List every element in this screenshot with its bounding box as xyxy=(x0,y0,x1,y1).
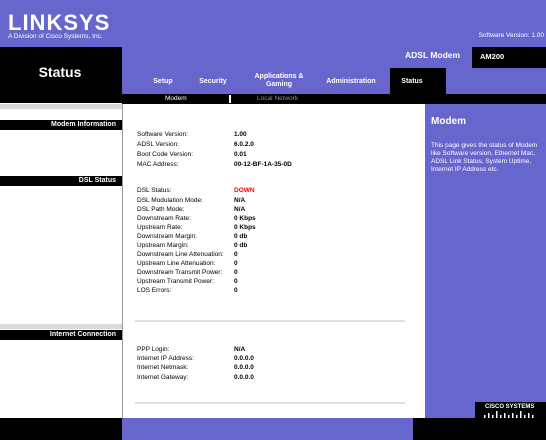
help-text: This page gives the status of Modem like… xyxy=(431,142,538,173)
value-internet-ip-address: 0.0.0.0 xyxy=(234,355,254,362)
value-upstream-transmit-power: 0 xyxy=(234,278,238,285)
value-internet-gateway: 0.0.0.0 xyxy=(234,374,254,381)
subtab-separator xyxy=(229,95,231,103)
value-upstream-line-attenuation: 0 xyxy=(234,260,238,267)
page-title: Status xyxy=(38,64,82,80)
label-internet-netmask: Internet Netmask: xyxy=(137,364,189,371)
section-rule xyxy=(0,324,122,329)
label-dsl-modulation-mode: DSL Modulation Mode: xyxy=(137,197,203,204)
label-adsl-version: ADSL Version: xyxy=(137,141,180,148)
tab-status[interactable]: Status xyxy=(392,78,432,85)
label-boot-code-version: Boot Code Version: xyxy=(137,151,194,158)
footer-right xyxy=(413,418,546,440)
content-divider xyxy=(135,402,405,404)
product-name: ADSL Modem xyxy=(405,50,461,60)
label-internet-ip-address: Internet IP Address: xyxy=(137,355,194,362)
value-dsl-status: DOWN xyxy=(234,187,255,194)
section-label: Internet Connection xyxy=(49,331,116,338)
subtab-local-network[interactable]: Local Network xyxy=(257,95,298,102)
tab-administration[interactable]: Administration xyxy=(318,78,384,85)
label-dsl-path-mode: DSL Path Mode: xyxy=(137,206,185,213)
value-ppp-login: N/A xyxy=(234,346,246,353)
label-upstream-rate: Upstream Rate: xyxy=(137,224,183,231)
value-upstream-margin: 0 db xyxy=(234,242,248,249)
section-label: Modem Information xyxy=(51,121,116,128)
section-top-rule xyxy=(0,104,122,109)
content-divider xyxy=(135,320,405,322)
section-internet-connection: Internet Connection xyxy=(0,330,122,340)
label-downstream-transmit-power: Downstream Transmit Power: xyxy=(137,269,223,276)
software-version-label: Software Version: 1.00 xyxy=(478,32,544,39)
value-downstream-line-attenuation: 0 xyxy=(234,251,238,258)
help-panel-gap xyxy=(413,104,425,418)
value-dsl-path-mode: N/A xyxy=(234,206,246,213)
section-dsl-status: DSL Status xyxy=(0,176,122,186)
label-downstream-rate: Downstream Rate: xyxy=(137,215,191,222)
product-model: AM200 xyxy=(480,52,505,61)
value-boot-code-version: 0.01 xyxy=(234,151,247,158)
label-mac-address: MAC Address: xyxy=(137,161,179,168)
label-downstream-margin: Downstream Margin: xyxy=(137,233,197,240)
status-content: Software Version: 1.00 ADSL Version: 6.0… xyxy=(123,104,413,418)
value-mac-address: 00-12-BF-1A-35-0D xyxy=(234,161,292,168)
footer-left xyxy=(0,418,122,440)
label-upstream-margin: Upstream Margin: xyxy=(137,242,189,249)
label-los-errors: LOS Errors: xyxy=(137,287,172,294)
tab-security[interactable]: Security xyxy=(193,78,233,85)
label-software-version: Software Version: xyxy=(137,131,188,138)
label-ppp-login: PPP Login: xyxy=(137,346,170,353)
label-downstream-line-attenuation: Downstream Line Attenuation: xyxy=(137,251,224,258)
footer-bar xyxy=(122,418,413,440)
value-adsl-version: 6.0.2.0 xyxy=(234,141,254,148)
help-title: Modem xyxy=(431,116,466,127)
tab-setup[interactable]: Setup xyxy=(143,78,183,85)
label-dsl-status: DSL Status: xyxy=(137,187,172,194)
tab-applications-gaming[interactable]: Applications & Gaming xyxy=(244,73,314,89)
value-los-errors: 0 xyxy=(234,287,238,294)
logo-subtitle: A Division of Cisco Systems, Inc. xyxy=(8,33,103,40)
value-downstream-margin: 0 db xyxy=(234,233,248,240)
label-upstream-line-attenuation: Upstream Line Attenuation: xyxy=(137,260,216,267)
value-software-version: 1.00 xyxy=(234,131,247,138)
cisco-bars-icon xyxy=(484,411,534,418)
value-dsl-modulation-mode: N/A xyxy=(234,197,246,204)
value-downstream-rate: 0 Kbps xyxy=(234,215,256,222)
value-downstream-transmit-power: 0 xyxy=(234,269,238,276)
cisco-systems-logo: CISCO SYSTEMS xyxy=(485,404,535,410)
label-upstream-transmit-power: Upstream Transmit Power: xyxy=(137,278,214,285)
section-modem-information: Modem Information xyxy=(0,120,122,130)
value-upstream-rate: 0 Kbps xyxy=(234,224,256,231)
label-internet-gateway: Internet Gateway: xyxy=(137,374,189,381)
left-column xyxy=(0,104,122,418)
section-label: DSL Status xyxy=(78,177,116,184)
subtab-modem[interactable]: Modem xyxy=(165,95,187,102)
value-internet-netmask: 0.0.0.0 xyxy=(234,364,254,371)
